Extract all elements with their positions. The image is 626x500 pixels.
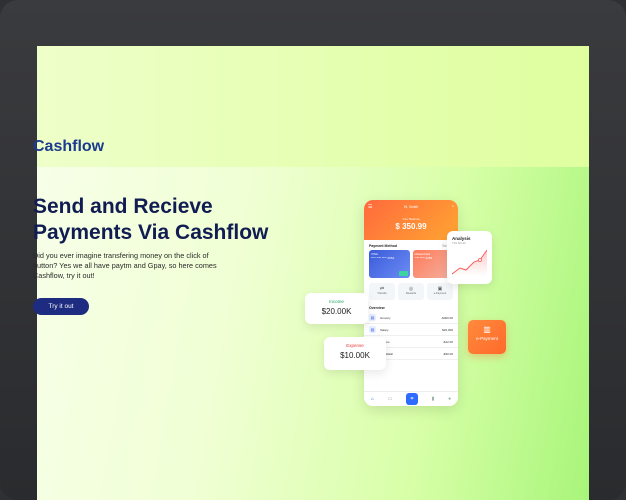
analysis-card: Analysis This Month	[447, 231, 492, 284]
transaction-name: Movies	[380, 340, 443, 344]
card-number: **** **** **** 2564	[371, 256, 395, 260]
phone-greeting: Hi, Smith	[403, 205, 419, 209]
phone-header: ☰ Hi, Smith ◔ Your Balance $ 350.99	[364, 200, 458, 240]
epayment-label: e-Payment	[476, 336, 498, 341]
transaction-amount: $20,000	[442, 327, 453, 332]
wallet-icon: ▭	[387, 396, 393, 402]
overview-header: Overview	[364, 302, 458, 312]
headline-line-2: Payments Via Cashflow	[33, 221, 269, 244]
transaction-amount: -$300.00	[441, 315, 453, 320]
top-band	[37, 46, 589, 167]
expense-value: $10.00K	[340, 351, 370, 360]
transaction-row: ▤ Salary $20,000	[364, 324, 458, 336]
balance-value: $ 350.99	[395, 222, 427, 231]
quick-action-epayment: ▣ e-Payment	[427, 283, 453, 300]
quick-action-label: Transfer	[377, 292, 387, 295]
phone-bottom-nav: ⌂ ▭ ⌗ ▮ ●	[364, 391, 458, 406]
quick-action-label: Rewards	[405, 292, 417, 295]
hero-headline: Send and Recieve Payments Via Cashflow	[33, 194, 293, 246]
scan-icon: ⌗	[405, 393, 418, 405]
payment-method-header: Payment Method See All	[364, 240, 458, 250]
card-number: **** **** 3256	[414, 256, 433, 260]
epayment-badge: ▥ e-Payment	[468, 320, 506, 354]
expense-label: Expense	[346, 343, 364, 348]
transaction-amount: -$30.00	[442, 351, 453, 356]
visa-card: VISA **** **** **** 2564	[369, 250, 410, 278]
chart-icon: ▮	[431, 396, 435, 402]
headline-line-1: Send and Recieve	[33, 195, 213, 218]
bell-icon: ◔	[450, 204, 454, 210]
quick-action-transfer: ⇄ Transfer	[369, 283, 395, 300]
income-value: $20.00K	[321, 307, 352, 316]
quick-action-rewards: ◎ Rewards	[398, 283, 424, 300]
income-card: Income $20.00K	[305, 293, 368, 324]
grocery-icon: ▤	[369, 314, 376, 321]
analysis-trend-icon	[452, 249, 487, 276]
profile-icon: ●	[448, 396, 452, 402]
home-icon: ⌂	[370, 396, 374, 402]
salary-icon: ▤	[369, 326, 376, 333]
payment-method-label: Payment Method	[369, 244, 398, 248]
expense-card: Expense $10.00K	[324, 337, 386, 370]
card-chip-icon	[398, 271, 408, 276]
wallet-phone-icon: ▥	[483, 325, 491, 334]
income-label: Income	[329, 299, 344, 304]
hero-description: Did you ever imagine transfering money o…	[33, 251, 217, 280]
transaction-name: Salary	[380, 327, 389, 332]
phone-mockup: ☰ Hi, Smith ◔ Your Balance $ 350.99 Paym…	[364, 200, 458, 406]
quick-actions: ⇄ Transfer ◎ Rewards ▣ e-Payment	[364, 278, 458, 302]
overview-label: Overview	[369, 306, 385, 310]
card-list: VISA **** **** **** 2564 MasterCard ****…	[364, 250, 458, 278]
transaction-row: ▤ Grocery -$300.00	[364, 312, 458, 324]
quick-action-label: e-Payment	[433, 292, 447, 295]
transaction-name: Grocery	[380, 315, 391, 320]
transaction-amount: -$12.00	[442, 339, 453, 344]
brand-logo[interactable]: Cashflow	[33, 138, 104, 156]
transaction-name: Car Wash	[380, 351, 394, 356]
analysis-subtitle: This Month	[452, 241, 466, 245]
try-it-out-button[interactable]: Try it out	[33, 298, 89, 315]
balance-label: Your Balance	[402, 217, 420, 221]
